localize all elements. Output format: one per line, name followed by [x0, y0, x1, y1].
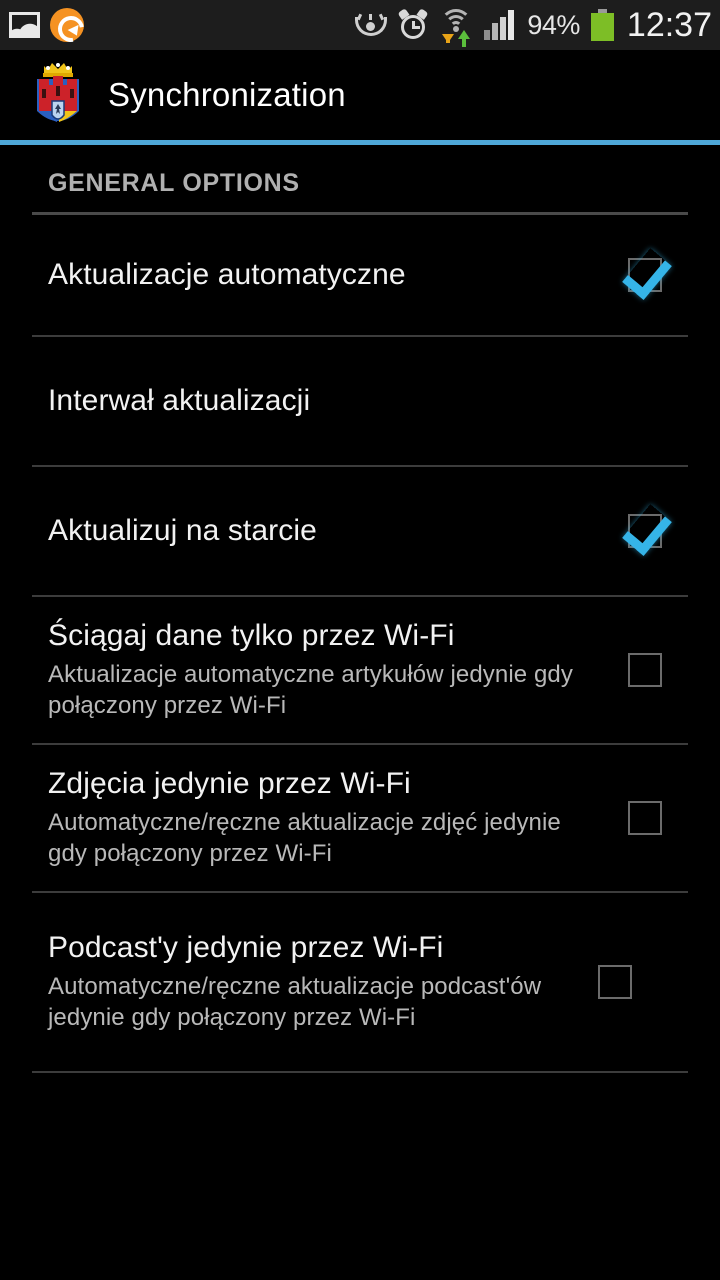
- list-item-subtitle: Automatyczne/ręczne aktualizacje podcast…: [48, 973, 542, 1031]
- status-bar-notification-icons: [0, 8, 84, 42]
- list-divider: [32, 1071, 688, 1073]
- checkbox-sciagaj-dane-tylko-przez-wifi[interactable]: [628, 653, 662, 687]
- list-item-title: Interwał aktualizacji: [48, 383, 311, 417]
- list-item-text: Interwał aktualizacji: [32, 383, 602, 420]
- phone-screen: 94% 12:37 Synchronization GENERAL OPTION…: [0, 0, 720, 1280]
- list-item-zdjecia-jedynie-przez-wifi[interactable]: Zdjęcia jedynie przez Wi-Fi Automatyczne…: [0, 745, 720, 891]
- checkbox-container[interactable]: [602, 514, 688, 548]
- checkbox-aktualizacje-automatyczne[interactable]: [628, 258, 662, 292]
- list-item-text: Aktualizacje automatyczne: [32, 257, 602, 294]
- settings-list[interactable]: GENERAL OPTIONS Aktualizacje automatyczn…: [0, 145, 720, 1280]
- list-item-text: Ściągaj dane tylko przez Wi-Fi Aktualiza…: [32, 618, 602, 721]
- list-item-aktualizuj-na-starcie[interactable]: Aktualizuj na starcie: [0, 467, 720, 595]
- list-item-title: Podcast'y jedynie przez Wi-Fi: [48, 931, 444, 965]
- list-item-podcasty-jedynie-przez-wifi[interactable]: Podcast'y jedynie przez Wi-Fi Automatycz…: [0, 893, 720, 1071]
- checkbox-podcasty-jedynie-przez-wifi[interactable]: [598, 965, 632, 999]
- list-item-subtitle: Aktualizacje automatyczne artykułów jedy…: [48, 661, 573, 719]
- list-item-text: Podcast'y jedynie przez Wi-Fi Automatycz…: [32, 930, 572, 1033]
- section-header-general-options: GENERAL OPTIONS: [0, 145, 720, 208]
- section-header-label: GENERAL OPTIONS: [48, 169, 300, 197]
- list-item-title: Zdjęcia jedynie przez Wi-Fi: [48, 767, 411, 801]
- list-item-aktualizacje-automatyczne[interactable]: Aktualizacje automatyczne: [0, 215, 720, 335]
- sync-icon: [50, 8, 84, 42]
- list-item-title: Ściągaj dane tylko przez Wi-Fi: [48, 619, 455, 653]
- cellular-signal-icon: [484, 10, 516, 40]
- action-bar: Synchronization: [0, 50, 720, 140]
- smart-stay-eye-icon: [355, 13, 388, 36]
- list-item-sciagaj-dane-tylko-przez-wifi[interactable]: Ściągaj dane tylko przez Wi-Fi Aktualiza…: [0, 597, 720, 743]
- wifi-icon: [439, 9, 473, 47]
- status-bar-system-icons: 94% 12:37: [355, 0, 712, 50]
- checkbox-container[interactable]: [602, 801, 688, 835]
- list-item-interwal-aktualizacji[interactable]: Interwał aktualizacji: [0, 337, 720, 465]
- list-item-text: Zdjęcia jedynie przez Wi-Fi Automatyczne…: [32, 766, 602, 869]
- gallery-icon: [9, 12, 40, 38]
- checkbox-container[interactable]: [602, 258, 688, 292]
- checkbox-container[interactable]: [572, 965, 658, 999]
- checkbox-zdjecia-jedynie-przez-wifi[interactable]: [628, 801, 662, 835]
- alarm-clock-icon: [397, 8, 429, 40]
- checkbox-container[interactable]: [602, 653, 688, 687]
- krakow-coat-of-arms-icon[interactable]: [30, 59, 86, 131]
- page-title: Synchronization: [108, 76, 346, 113]
- checkbox-aktualizuj-na-starcie[interactable]: [628, 514, 662, 548]
- battery-icon: [590, 9, 614, 41]
- status-bar-clock: 12:37: [626, 5, 712, 44]
- list-item-text: Aktualizuj na starcie: [32, 513, 602, 550]
- list-item-title: Aktualizuj na starcie: [48, 513, 317, 547]
- list-item-title: Aktualizacje automatyczne: [48, 257, 406, 291]
- battery-percent-label: 94%: [527, 9, 580, 40]
- status-bar[interactable]: 94% 12:37: [0, 0, 720, 50]
- list-item-subtitle: Automatyczne/ręczne aktualizacje zdjęć j…: [48, 809, 561, 867]
